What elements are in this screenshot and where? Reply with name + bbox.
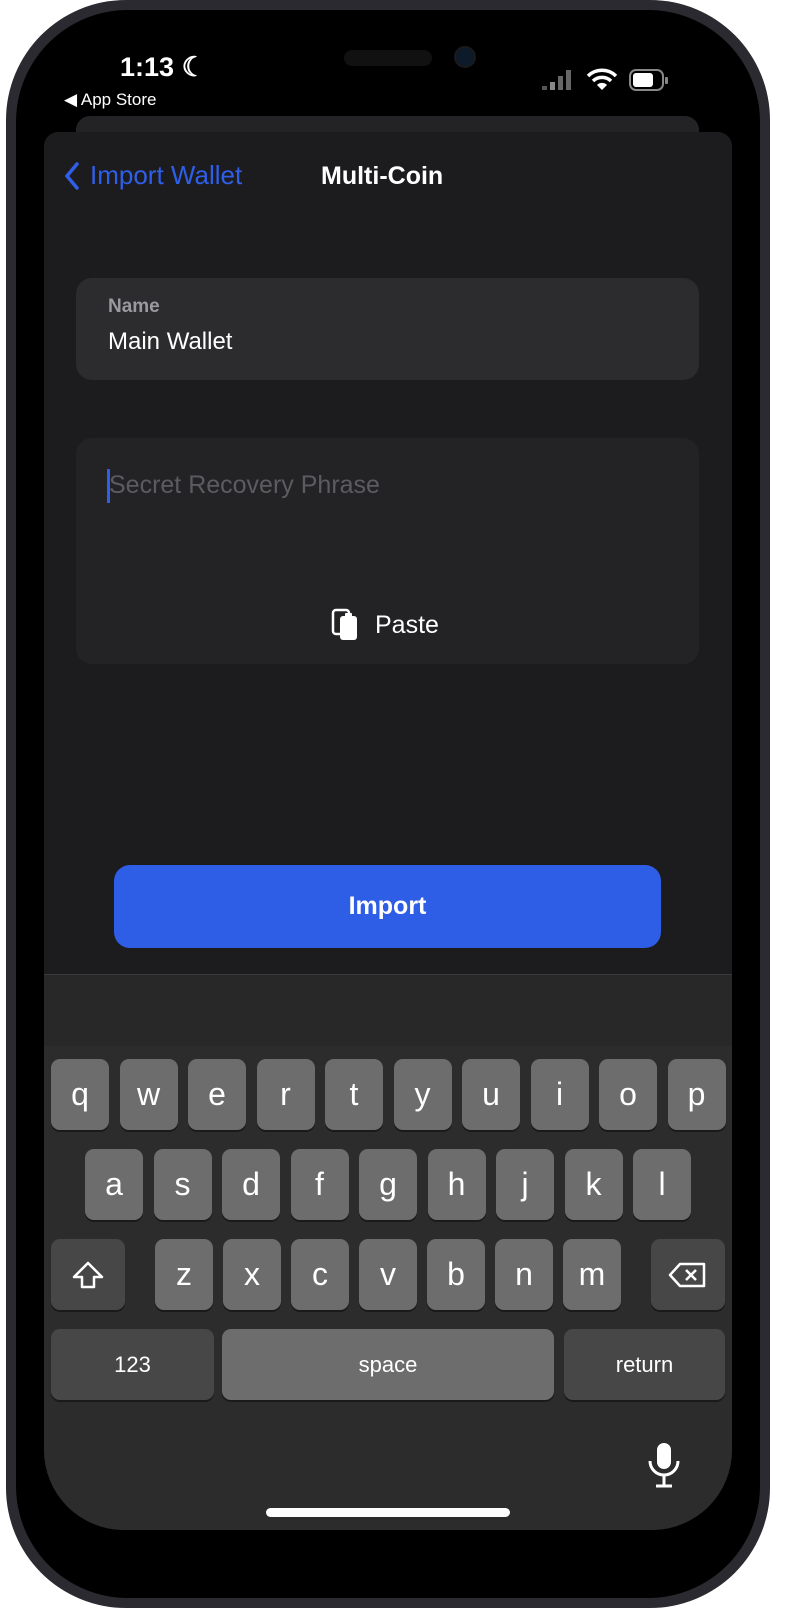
key-m[interactable]: m xyxy=(563,1239,621,1310)
key-g[interactable]: g xyxy=(359,1149,417,1220)
back-button[interactable]: Import Wallet xyxy=(64,160,242,191)
key-b[interactable]: b xyxy=(427,1239,485,1310)
key-f[interactable]: f xyxy=(290,1149,349,1220)
home-indicator[interactable] xyxy=(266,1508,510,1517)
key-q[interactable]: q xyxy=(51,1059,109,1130)
numbers-key[interactable]: 123 xyxy=(51,1329,214,1400)
recovery-phrase-field[interactable]: Secret Recovery Phrase Paste xyxy=(76,438,699,664)
back-label: Import Wallet xyxy=(90,160,243,190)
key-k[interactable]: k xyxy=(564,1149,623,1220)
keyboard: q w e r t y u i o p a s d f g h j k l z x c v b n m 123 space return xyxy=(44,1046,732,1530)
key-p[interactable]: p xyxy=(667,1059,726,1130)
paste-button[interactable]: Paste xyxy=(331,608,439,642)
key-i[interactable]: i xyxy=(530,1059,589,1130)
recovery-phrase-placeholder: Secret Recovery Phrase xyxy=(109,471,380,499)
back-to-app-store[interactable]: ◀ App Store xyxy=(64,90,156,110)
wifi-icon xyxy=(586,68,618,90)
shift-key[interactable] xyxy=(51,1239,125,1310)
key-c[interactable]: c xyxy=(291,1239,349,1310)
clipboard-icon xyxy=(331,608,357,640)
key-j[interactable]: j xyxy=(496,1149,554,1220)
keyboard-toolbar xyxy=(44,974,732,1046)
delete-icon xyxy=(668,1262,706,1287)
screen: 1:13 ☾ ◀ App Store Import Wallet Multi-C… xyxy=(44,38,732,1530)
delete-key[interactable] xyxy=(651,1239,725,1310)
battery-icon xyxy=(629,69,668,91)
key-v[interactable]: v xyxy=(359,1239,417,1310)
key-l[interactable]: l xyxy=(633,1149,691,1220)
signal-icon xyxy=(542,70,571,90)
key-s[interactable]: s xyxy=(153,1149,212,1220)
key-z[interactable]: z xyxy=(155,1239,213,1310)
paste-label: Paste xyxy=(375,610,439,639)
key-d[interactable]: d xyxy=(222,1149,280,1220)
key-r[interactable]: r xyxy=(256,1059,315,1130)
time-text: 1:13 xyxy=(120,52,175,82)
key-y[interactable]: y xyxy=(393,1059,452,1130)
key-x[interactable]: x xyxy=(223,1239,281,1310)
key-u[interactable]: u xyxy=(462,1059,520,1130)
dynamic-island xyxy=(344,50,432,66)
return-key[interactable]: return xyxy=(564,1329,725,1400)
space-key[interactable]: space xyxy=(222,1329,554,1400)
key-e[interactable]: e xyxy=(188,1059,246,1130)
moon-icon: ☾ xyxy=(181,52,206,82)
key-h[interactable]: h xyxy=(427,1149,486,1220)
shift-icon xyxy=(72,1261,104,1288)
key-w[interactable]: w xyxy=(119,1059,178,1130)
chevron-left-icon xyxy=(64,161,79,190)
key-n[interactable]: n xyxy=(495,1239,553,1310)
key-a[interactable]: a xyxy=(85,1149,143,1220)
key-t[interactable]: t xyxy=(325,1059,383,1130)
name-input[interactable]: Main Wallet xyxy=(108,328,232,356)
page-title: Multi-Coin xyxy=(321,162,444,190)
status-time: 1:13 ☾ xyxy=(120,52,206,83)
camera xyxy=(454,46,476,68)
import-button[interactable]: Import xyxy=(114,865,661,948)
name-field[interactable]: Name Main Wallet xyxy=(76,278,699,380)
microphone-icon[interactable] xyxy=(646,1441,682,1494)
key-o[interactable]: o xyxy=(599,1059,657,1130)
name-label: Name xyxy=(108,296,160,317)
